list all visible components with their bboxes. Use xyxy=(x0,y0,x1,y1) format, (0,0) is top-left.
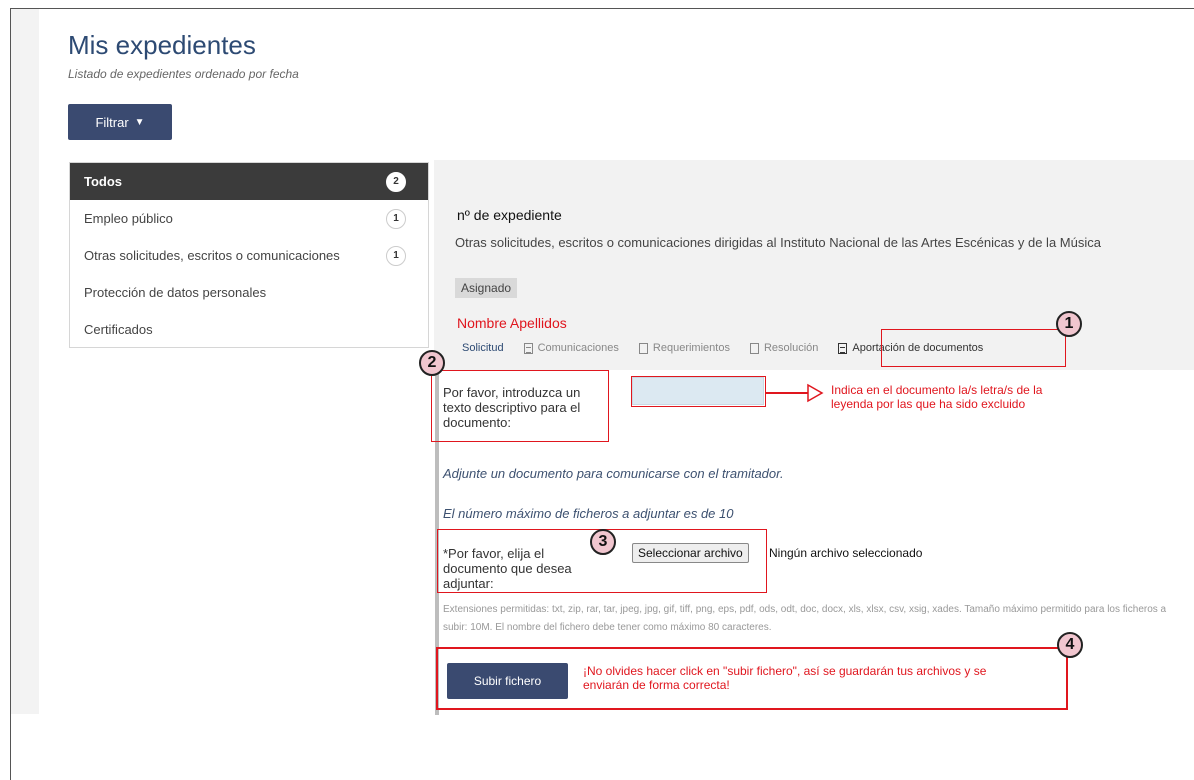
description-annotation: Indica en el documento la/s letra/s de l… xyxy=(831,383,1043,411)
attach-hint: Adjunte un documento para comunicarse co… xyxy=(443,466,784,481)
upload-file-button[interactable]: Subir fichero xyxy=(447,663,568,699)
sidebar-item-label: Otras solicitudes, escritos o comunicaci… xyxy=(84,248,340,263)
left-gutter xyxy=(11,9,39,714)
sidebar-item-proteccion-datos[interactable]: Protección de datos personales xyxy=(70,274,428,311)
filter-button-label: Filtrar xyxy=(95,114,129,130)
sidebar-item-label: Empleo público xyxy=(84,211,173,226)
tab-resolucion[interactable]: Resolución xyxy=(749,342,819,354)
tab-label: Resolución xyxy=(763,342,819,354)
step-marker-2: 2 xyxy=(419,350,445,376)
sidebar-item-label: Protección de datos personales xyxy=(84,285,267,300)
expediente-description: Otras solicitudes, escritos o comunicaci… xyxy=(455,235,1101,250)
count-badge: 2 xyxy=(386,171,406,192)
sidebar-item-label: Todos xyxy=(84,174,123,189)
caret-down-icon: ▼ xyxy=(134,116,145,128)
filter-button[interactable]: Filtrar ▼ xyxy=(68,104,172,140)
tab-label: Comunicaciones xyxy=(537,342,619,354)
arrow-right-icon xyxy=(766,383,824,403)
count-badge: 1 xyxy=(386,245,406,266)
sidebar-item-label: Certificados xyxy=(84,322,153,337)
status-badge: Asignado xyxy=(455,278,518,298)
page-subtitle: Listado de expedientes ordenado por fech… xyxy=(68,67,299,81)
document-icon xyxy=(638,342,648,354)
file-status: Ningún archivo seleccionado xyxy=(769,546,923,560)
tab-comunicaciones[interactable]: Comunicaciones xyxy=(523,342,619,354)
expediente-header-panel xyxy=(434,160,1194,370)
sidebar-item-certificados[interactable]: Certificados xyxy=(70,311,428,348)
tab-label: Requerimientos xyxy=(652,342,730,354)
step-marker-4: 4 xyxy=(1057,632,1083,658)
expediente-number: nº de expediente xyxy=(457,207,562,223)
document-icon xyxy=(523,342,533,354)
sidebar-item-empleo-publico[interactable]: Empleo público 1 xyxy=(70,200,428,237)
max-files-note: El número máximo de ficheros a adjuntar … xyxy=(443,506,734,521)
description-prompt: Por favor, introduzca un texto descripti… xyxy=(443,385,581,430)
category-sidebar: Todos 2 Empleo público 1 Otras solicitud… xyxy=(69,162,429,348)
extensions-note: Extensiones permitidas: txt, zip, rar, t… xyxy=(443,604,1167,633)
annotation-box-description-input xyxy=(631,376,766,407)
document-icon xyxy=(749,342,759,354)
file-prompt: *Por favor, elija el documento que desea… xyxy=(443,546,572,591)
sidebar-item-todos[interactable]: Todos 2 xyxy=(70,163,428,200)
owner-name: Nombre Apellidos xyxy=(457,315,567,331)
tab-label: Solicitud xyxy=(462,342,504,354)
document-icon xyxy=(838,342,848,354)
sidebar-item-otras-solicitudes[interactable]: Otras solicitudes, escritos o comunicaci… xyxy=(70,237,428,274)
page-title: Mis expedientes xyxy=(68,30,256,60)
select-file-button[interactable]: Seleccionar archivo xyxy=(632,543,749,563)
tab-requerimientos[interactable]: Requerimientos xyxy=(638,342,730,354)
annotation-box-tab xyxy=(881,329,1066,367)
step-marker-1: 1 xyxy=(1056,311,1082,337)
count-badge: 1 xyxy=(386,208,406,229)
tab-solicitud[interactable]: Solicitud xyxy=(462,342,504,354)
upload-annotation: ¡No olvides hacer click en "subir ficher… xyxy=(583,664,987,692)
